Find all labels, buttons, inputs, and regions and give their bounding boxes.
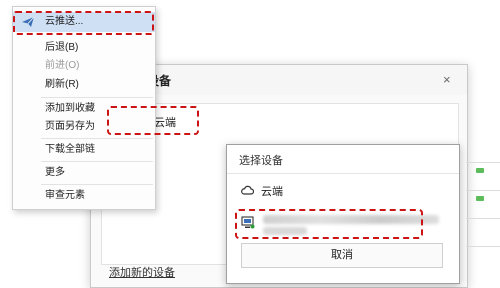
menu-divider (41, 97, 153, 98)
cancel-button[interactable]: 取消 (241, 243, 443, 268)
panel-title: 选择设备 (239, 155, 283, 167)
menu-item-label: 页面另存为 (45, 121, 95, 132)
menu-item-label: 刷新(R) (45, 79, 79, 90)
menu-item-back[interactable]: 后退(B) (13, 38, 155, 58)
annotation-highlight-menu (13, 11, 154, 35)
menu-item-download-all[interactable]: 下载全部链 (13, 140, 155, 160)
divider (227, 173, 459, 174)
panel-cloud-option[interactable]: 云端 (261, 183, 283, 199)
add-new-device-link[interactable]: 添加新的设备 (109, 264, 175, 280)
annotation-highlight-device (235, 209, 423, 239)
status-indicator-icon (476, 196, 484, 201)
menu-item-refresh[interactable]: 刷新(R) (13, 75, 155, 95)
menu-divider (41, 138, 153, 139)
menu-item-label: 审查元素 (45, 190, 85, 201)
menu-item-more[interactable]: 更多 (13, 163, 155, 183)
menu-item-label: 添加到收藏 (45, 103, 95, 114)
close-icon[interactable]: × (443, 72, 451, 87)
cloud-icon (241, 185, 254, 195)
status-indicator-icon (476, 168, 484, 173)
menu-item-forward[interactable]: 前进(O) (13, 56, 155, 76)
menu-item-inspect[interactable]: 审查元素 (13, 186, 155, 206)
menu-item-label: 下载全部链 (45, 144, 95, 155)
menu-item-label: 更多 (45, 167, 65, 178)
annotation-highlight-cloud (107, 106, 199, 135)
menu-divider (41, 161, 153, 162)
menu-item-label: 后退(B) (45, 42, 79, 53)
menu-divider (41, 184, 153, 185)
menu-item-label: 前进(O) (45, 60, 80, 71)
